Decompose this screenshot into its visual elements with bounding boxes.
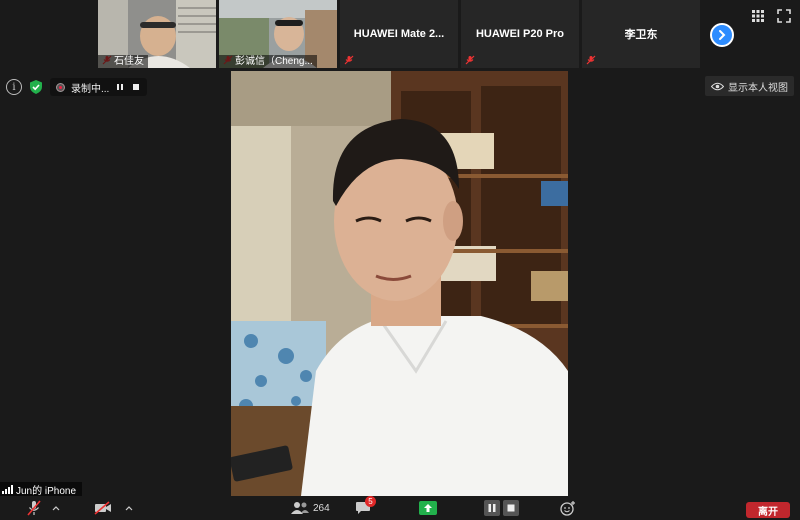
participants-count: 264 bbox=[313, 502, 330, 514]
audio-options-button[interactable] bbox=[52, 499, 60, 517]
participant-tile[interactable]: 石佳友 bbox=[98, 0, 216, 68]
meeting-toolbar: 264 5 离开 bbox=[0, 496, 800, 520]
participant-tile[interactable]: HUAWEI Mate 2... bbox=[340, 0, 458, 68]
active-speaker-label: Jun的 iPhone bbox=[0, 482, 83, 497]
participant-tile[interactable]: HUAWEI P20 Pro bbox=[461, 0, 579, 68]
pause-icon bbox=[117, 84, 124, 90]
recording-label: 录制中... bbox=[71, 83, 110, 95]
participant-tile[interactable]: 彭诚信（Cheng... bbox=[219, 0, 337, 68]
next-page-button[interactable] bbox=[710, 23, 734, 47]
participant-name: 石佳友 bbox=[98, 55, 148, 68]
leave-meeting-button[interactable]: 离开 bbox=[746, 502, 790, 518]
mic-muted-icon bbox=[344, 55, 354, 65]
participants-button[interactable]: 264 bbox=[290, 499, 330, 517]
stop-icon bbox=[503, 500, 519, 516]
show-self-view-label: 显示本人视图 bbox=[728, 82, 788, 94]
meeting-window: 石佳友 彭诚信（Cheng... HUAWEI Mate 2... HUAWEI… bbox=[0, 0, 800, 520]
participant-strip: 石佳友 彭诚信（Cheng... HUAWEI Mate 2... HUAWEI… bbox=[98, 0, 700, 70]
stop-recording-button[interactable] bbox=[131, 82, 141, 92]
chevron-up-icon bbox=[125, 506, 133, 511]
share-screen-icon bbox=[419, 501, 437, 515]
info-icon[interactable]: i bbox=[6, 79, 22, 95]
unmute-button[interactable] bbox=[26, 499, 42, 517]
video-options-button[interactable] bbox=[125, 499, 133, 517]
meeting-info-bar: i 录制中... bbox=[6, 78, 148, 96]
signal-strength-icon bbox=[2, 485, 13, 494]
pause-recording-toolbar-button[interactable] bbox=[484, 499, 500, 517]
recording-indicator: 录制中... bbox=[50, 78, 148, 96]
active-speaker-name: Jun的 iPhone bbox=[16, 486, 77, 497]
eye-icon bbox=[711, 82, 724, 90]
stop-icon bbox=[133, 84, 140, 90]
pause-icon bbox=[484, 500, 500, 516]
chat-button[interactable]: 5 bbox=[355, 496, 376, 517]
start-video-button[interactable] bbox=[94, 499, 112, 517]
speaker-video-frame bbox=[231, 71, 568, 496]
emoji-add-icon bbox=[560, 501, 575, 516]
mic-muted-icon bbox=[586, 55, 596, 65]
gallery-view-icon[interactable] bbox=[751, 9, 765, 23]
share-screen-button[interactable] bbox=[419, 499, 437, 517]
reactions-button[interactable] bbox=[560, 499, 576, 517]
participant-tile[interactable]: 李卫东 bbox=[582, 0, 700, 68]
participant-name: 彭诚信（Cheng... bbox=[219, 55, 317, 68]
stop-recording-toolbar-button[interactable] bbox=[503, 499, 519, 517]
view-controls bbox=[751, 9, 791, 23]
chevron-right-icon bbox=[719, 30, 726, 40]
pause-recording-button[interactable] bbox=[115, 82, 125, 92]
video-off-icon bbox=[94, 501, 111, 515]
show-self-view-button[interactable]: 显示本人视图 bbox=[705, 76, 794, 96]
shield-icon[interactable] bbox=[28, 79, 44, 95]
mic-muted-icon bbox=[27, 500, 41, 516]
participant-name: HUAWEI P20 Pro bbox=[475, 28, 565, 40]
participant-name: 李卫东 bbox=[624, 29, 658, 41]
participants-icon bbox=[291, 502, 309, 514]
record-icon bbox=[56, 82, 65, 92]
mic-muted-icon bbox=[465, 55, 475, 65]
chevron-up-icon bbox=[52, 506, 60, 511]
fullscreen-icon[interactable] bbox=[777, 9, 791, 23]
active-speaker-video bbox=[231, 71, 568, 496]
participant-name: HUAWEI Mate 2... bbox=[353, 28, 445, 40]
chat-unread-badge: 5 bbox=[365, 496, 376, 507]
